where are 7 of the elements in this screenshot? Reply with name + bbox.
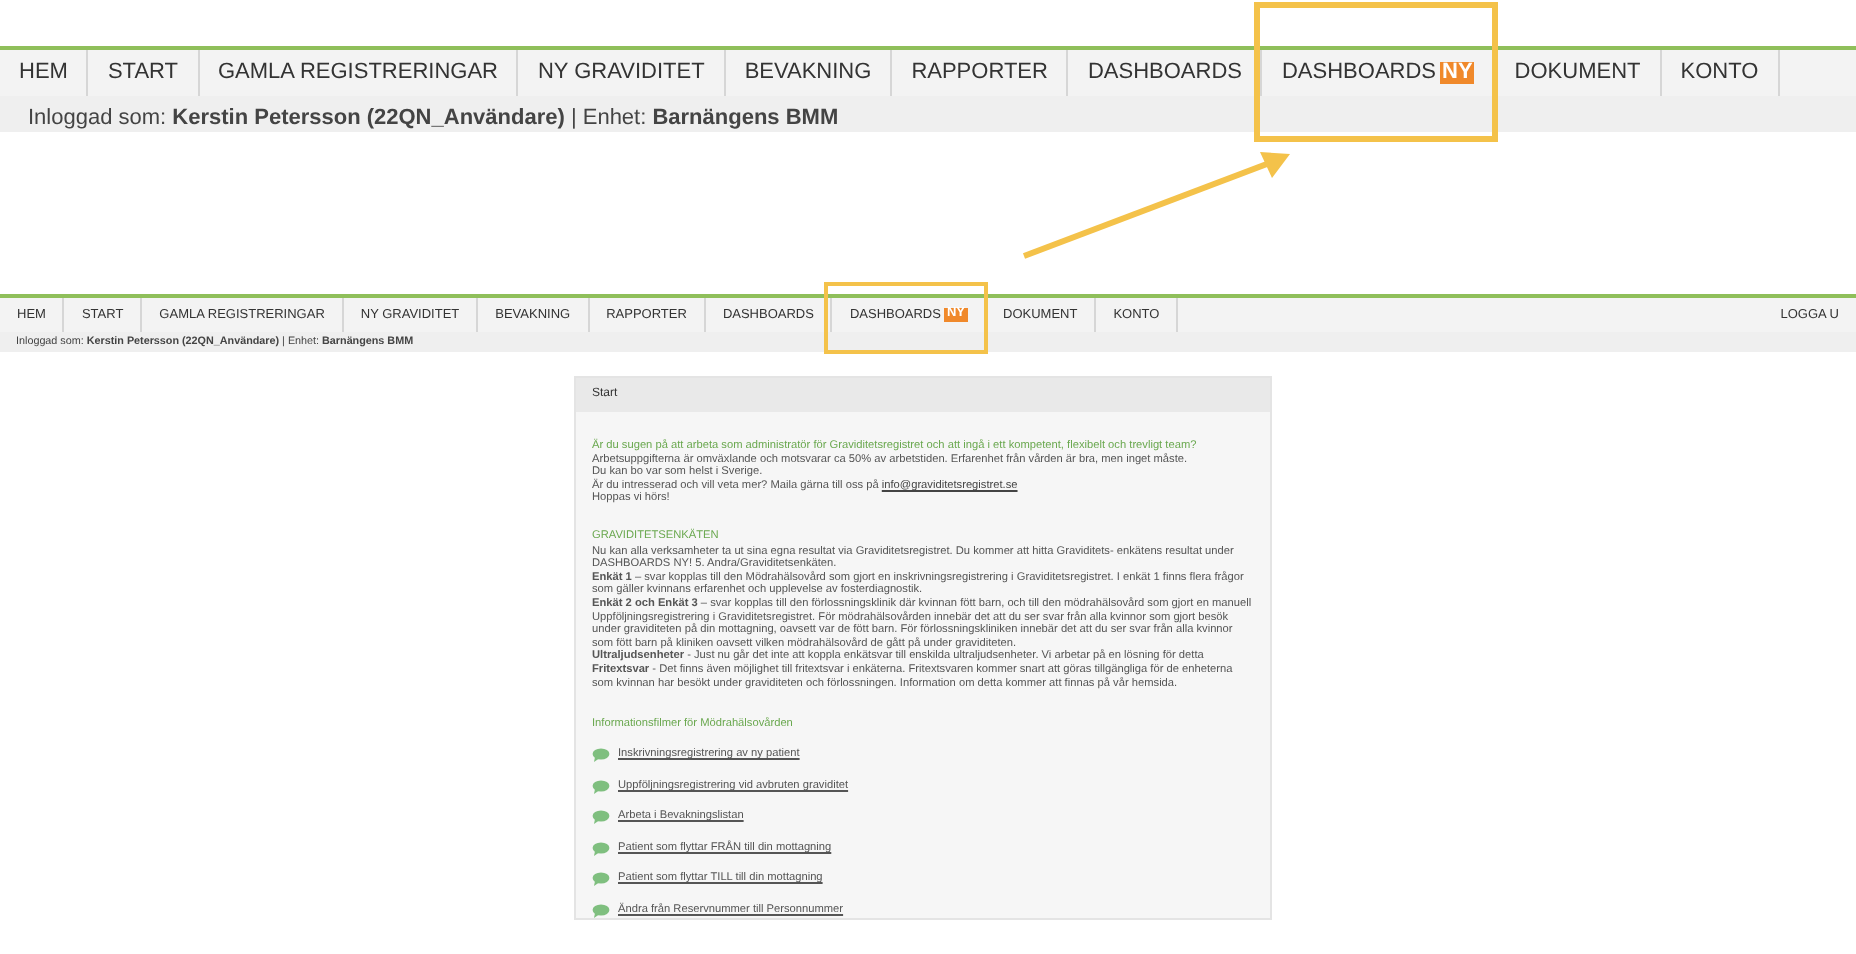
login-status: Inloggad som: Kerstin Petersson (22QN_Användare) | Enhet: Barnängens BMM — [0, 96, 1856, 132]
speech-bubble-icon — [592, 810, 610, 825]
speech-bubble-icon — [592, 872, 610, 887]
speech-bubble-icon — [592, 748, 610, 763]
speech-bubble-icon — [592, 903, 610, 918]
speech-bubble-icon — [592, 841, 610, 856]
speech-bubble-icon — [592, 779, 610, 794]
